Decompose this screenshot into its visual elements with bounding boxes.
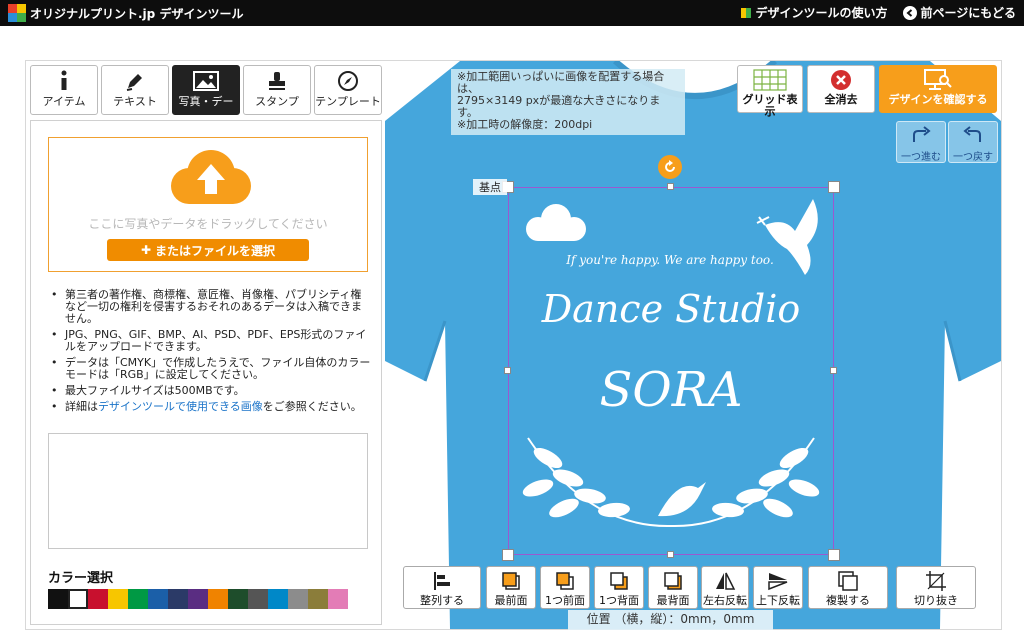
list-item: 詳細はデザインツールで使用できる画像をご参照ください。 (49, 400, 371, 414)
resize-handle-top-right[interactable] (828, 181, 840, 193)
drop-text: ここに写真やデータをドラッグしてください (88, 217, 328, 231)
pen-icon (126, 74, 142, 91)
resize-handle-bottom-left[interactable] (502, 549, 514, 561)
tool-tabs: アイテム テキスト 写真・デー スタンプ テンプレート (30, 65, 382, 115)
print-info-box: ※加工範囲いっぱいに画像を配置する場合は、 2795×3149 pxが最適な大き… (451, 69, 685, 135)
resize-handle-bottom[interactable] (667, 551, 674, 558)
upload-notes: 第三者の著作権、商標権、意匠権、肖像権、パブリシティ権など一切の権利を侵害するお… (49, 289, 371, 417)
clear-all-button[interactable]: 全消去 (807, 65, 875, 113)
color-swatch[interactable] (288, 589, 308, 609)
stamp-icon (269, 72, 285, 90)
color-select-title: カラー選択 (48, 571, 114, 586)
list-item: 第三者の著作権、商標権、意匠権、肖像権、パブリシティ権など一切の権利を侵害するお… (49, 289, 371, 325)
selection-box[interactable] (508, 187, 834, 555)
logo-cube-icon (8, 4, 26, 22)
list-item: データは「CMYK」で作成したうえで、ファイル自体のカラーモードは「RGB」に設… (49, 357, 371, 381)
color-swatch[interactable] (308, 589, 328, 609)
crop-button[interactable]: 切り抜き (896, 566, 976, 609)
plus-icon: ✚ (140, 243, 152, 257)
color-swatch[interactable] (168, 589, 188, 609)
color-swatch[interactable] (268, 589, 288, 609)
grid-toggle-button[interactable]: グリッド表示 (737, 65, 803, 118)
confirm-design-button[interactable]: デザインを確認する (879, 65, 997, 113)
color-swatch[interactable] (48, 589, 68, 609)
color-swatch[interactable] (228, 589, 248, 609)
how-to-use-link[interactable]: デザインツールの使い方 (740, 4, 887, 21)
align-button[interactable]: 整列する (403, 566, 481, 609)
color-swatches (48, 589, 348, 609)
redo-button[interactable]: 一つ進む (896, 121, 946, 163)
bring-forward-icon (556, 572, 574, 590)
duplicate-icon (838, 571, 858, 591)
base-point-label: 基点 (473, 179, 507, 195)
tab-text[interactable]: テキスト (101, 65, 169, 115)
send-backward-icon (610, 572, 628, 590)
cloud-upload-icon (171, 150, 251, 204)
send-back-icon (664, 572, 682, 590)
bring-to-front-button[interactable]: 最前面 (486, 566, 536, 609)
flip-horizontal-icon (716, 572, 736, 590)
duplicate-button[interactable]: 複製する (808, 566, 888, 609)
color-swatch[interactable] (208, 589, 228, 609)
tab-photo-data[interactable]: 写真・デー (172, 65, 240, 115)
crop-icon (926, 571, 946, 591)
book-icon (741, 7, 752, 18)
align-icon (434, 572, 450, 590)
top-bar: オリジナルプリント.jp デザインツール デザインツールの使い方 前ページにもど… (0, 0, 1024, 26)
resize-handle-top[interactable] (667, 183, 674, 190)
tab-item[interactable]: アイテム (30, 65, 98, 115)
redo-icon (913, 126, 931, 142)
site-logo[interactable]: オリジナルプリント.jp デザインツール (8, 4, 243, 22)
compass-icon (338, 71, 358, 91)
back-link[interactable]: 前ページにもどる (903, 4, 1016, 21)
info-icon (61, 70, 67, 90)
tab-template[interactable]: テンプレート (314, 65, 382, 115)
color-swatch[interactable] (328, 589, 348, 609)
resize-handle-right[interactable] (830, 367, 837, 374)
color-swatch[interactable] (128, 589, 148, 609)
bring-forward-button[interactable]: 1つ前面 (540, 566, 590, 609)
back-arrow-icon (903, 5, 918, 20)
list-item: JPG、PNG、GIF、BMP、AI、PSD、PDF、EPS形式のファイルをアッ… (49, 329, 371, 353)
rotate-handle[interactable] (658, 155, 682, 179)
send-backward-button[interactable]: 1つ背面 (594, 566, 644, 609)
position-readout: 位置 （横，縦）：0mm，0mm (568, 610, 773, 630)
grid-icon (753, 69, 787, 91)
color-swatch[interactable] (248, 589, 268, 609)
upload-panel: ここに写真やデータをドラッグしてください ✚ またはファイルを選択 第三者の著作… (30, 120, 382, 625)
tab-stamp[interactable]: スタンプ (243, 65, 311, 115)
close-circle-icon (831, 70, 851, 90)
flip-vertical-button[interactable]: 上下反転 (753, 566, 803, 609)
logo-text: オリジナルプリント.jp デザインツール (30, 6, 244, 21)
image-icon (193, 71, 219, 91)
color-swatch[interactable] (148, 589, 168, 609)
undo-button[interactable]: 一つ戻す (948, 121, 998, 163)
bring-front-icon (502, 572, 520, 590)
color-swatch[interactable] (188, 589, 208, 609)
uploaded-images-area[interactable] (48, 433, 368, 549)
undo-icon (963, 126, 981, 142)
color-swatch[interactable] (108, 589, 128, 609)
list-item: 最大ファイルサイズは500MBです。 (49, 385, 371, 398)
send-to-back-button[interactable]: 最背面 (648, 566, 698, 609)
flip-horizontal-button[interactable]: 左右反転 (701, 566, 749, 609)
select-file-button[interactable]: ✚ またはファイルを選択 (107, 239, 309, 261)
drop-zone[interactable]: ここに写真やデータをドラッグしてください ✚ またはファイルを選択 (48, 137, 368, 272)
color-swatch[interactable] (88, 589, 108, 609)
rotate-icon (665, 160, 675, 172)
color-swatch[interactable] (68, 589, 88, 609)
resize-handle-bottom-right[interactable] (828, 549, 840, 561)
flip-vertical-icon (768, 573, 788, 591)
usable-images-link[interactable]: デザインツールで使用できる画像 (98, 400, 263, 413)
monitor-search-icon (924, 69, 952, 90)
resize-handle-left[interactable] (504, 367, 511, 374)
